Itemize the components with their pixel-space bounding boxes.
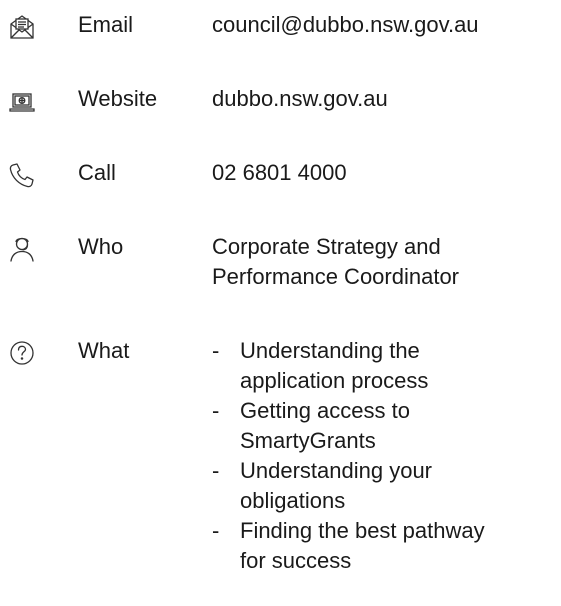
list-item-line: Understanding the (240, 338, 420, 363)
laptop-icon (7, 86, 37, 116)
list-bullet: - (212, 458, 220, 483)
list-bullet: - (212, 338, 220, 363)
list-item: - Getting access to SmartyGrants (212, 396, 552, 456)
contact-list: Email council@dubbo.nsw.gov.au Website d… (0, 0, 561, 606)
list-item-line: for success (240, 548, 352, 573)
list-item-line: Getting access to (240, 398, 410, 423)
question-icon (7, 338, 37, 368)
list-item-line: Understanding your (240, 458, 433, 483)
list-item-line: SmartyGrants (240, 428, 376, 453)
contact-label: What (78, 338, 130, 363)
list-item: - Understanding the application process (212, 336, 552, 396)
who-value-line: Performance Coordinator (212, 264, 460, 289)
who-value-line: Corporate Strategy and (212, 234, 441, 259)
list-bullet: - (212, 518, 220, 543)
who-value: Corporate Strategy and Performance Coord… (212, 232, 552, 292)
list-bullet: - (212, 398, 220, 423)
contact-label: Website (78, 86, 158, 111)
list-item: - Understanding your obligations (212, 456, 552, 516)
person-headset-icon (7, 234, 37, 264)
list-item-line: obligations (240, 488, 346, 513)
list-item-line: application process (240, 368, 429, 393)
email-icon (7, 12, 37, 42)
list-item-line: Finding the best pathway (240, 518, 485, 543)
list-item: - Finding the best pathway for success (212, 516, 552, 576)
contact-label: Email (78, 12, 134, 37)
phone-icon (7, 160, 37, 190)
contact-label: Who (78, 234, 124, 259)
phone-link[interactable]: 02 6801 4000 (212, 158, 347, 188)
what-list: - Understanding the application process … (212, 336, 552, 576)
email-link[interactable]: council@dubbo.nsw.gov.au (212, 10, 479, 40)
website-link[interactable]: dubbo.nsw.gov.au (212, 84, 388, 114)
contact-label: Call (78, 160, 116, 185)
